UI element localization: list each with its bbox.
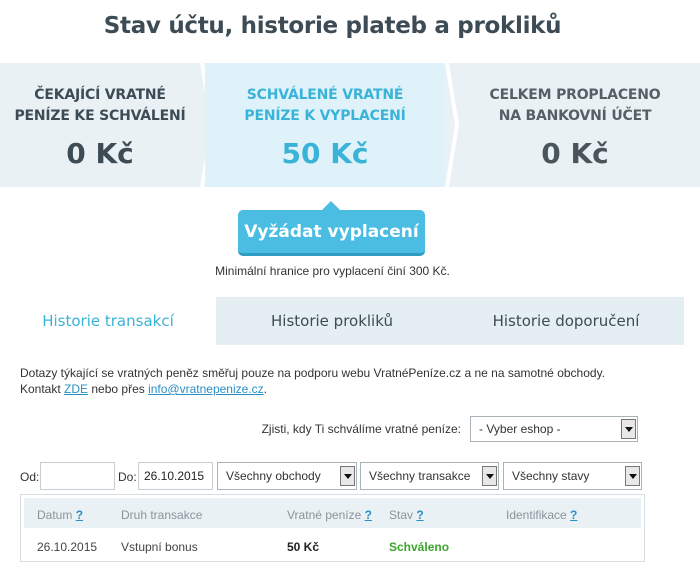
page-title: Stav účtu, historie plateb a prokliků [103, 13, 562, 39]
stat-paid-label: CELKEM PROPLACENO NA BANKOVNÍ ÚČET [450, 85, 700, 127]
stat-approved-label-line2: PENÍZE K VYPLACENÍ [244, 108, 406, 124]
stat-approved-label: SCHVÁLENÉ VRATNÉ PENÍZE K VYPLACENÍ [205, 85, 445, 127]
col-amount-label: Vratné peníze [287, 508, 362, 522]
stat-pending-label: ČEKAJÍCÍ VRATNÉ PENÍZE KE SCHVÁLENÍ [0, 85, 200, 127]
stat-pending: ČEKAJÍCÍ VRATNÉ PENÍZE KE SCHVÁLENÍ 0 Kč [0, 63, 200, 187]
contact-suffix: . [263, 382, 267, 396]
col-type-header: Druh transakce [121, 508, 203, 522]
stat-approved: SCHVÁLENÉ VRATNÉ PENÍZE K VYPLACENÍ 50 K… [205, 63, 445, 187]
col-date-header: Datum ? [37, 508, 83, 522]
support-notice: Dotazy týkající se vratných peněz směřuj… [20, 365, 660, 397]
stat-paid-label-line2: NA BANKOVNÍ ÚČET [498, 108, 652, 124]
request-payout-label: Vyžádat vyplacení [244, 222, 419, 242]
support-notice-line1: Dotazy týkající se vratných peněz směřuj… [20, 366, 606, 380]
stat-approved-value: 50 Kč [281, 137, 369, 170]
date-to-input[interactable]: 26.10.2015 [138, 462, 213, 490]
row-amount: 50 Kč [287, 540, 320, 554]
transactions-table: Datum ? Druh transakce Vratné peníze ? S… [20, 494, 645, 562]
tab-referrals[interactable]: Historie doporučení [448, 297, 684, 345]
stat-pending-label-line2: PENÍZE KE SCHVÁLENÍ [14, 108, 186, 124]
stat-paid: CELKEM PROPLACENO NA BANKOVNÍ ÚČET 0 Kč [450, 63, 700, 187]
date-from-input[interactable] [40, 462, 115, 490]
col-state-header: Stav ? [389, 508, 424, 522]
shops-select-value: Všechny obchody [226, 469, 321, 483]
select-arrow-icon [482, 466, 497, 486]
eshop-filter-label: Zjisti, kdy Ti schválíme vratné peníze: [261, 422, 461, 436]
eshop-filter-row: Zjisti, kdy Ti schválíme vratné peníze: … [0, 416, 640, 442]
eshop-select[interactable]: - Vyber eshop - [470, 416, 638, 442]
transactions-select[interactable]: Všechny transakce [360, 462, 499, 490]
col-amount-help[interactable]: ? [365, 508, 372, 522]
payout-minimum-note: Minimální hranice pro vyplacení činí 300… [215, 264, 450, 278]
date-to-label: Do: [118, 470, 137, 484]
col-state-label: Stav [389, 508, 414, 522]
col-state-help[interactable]: ? [416, 508, 423, 522]
col-amount-header: Vratné peníze ? [287, 508, 372, 522]
button-pointer [321, 201, 341, 211]
stat-pending-label-line1: ČEKAJÍCÍ VRATNÉ [34, 87, 166, 103]
account-stats: ČEKAJÍCÍ VRATNÉ PENÍZE KE SCHVÁLENÍ 0 Kč… [0, 63, 700, 187]
request-payout-button[interactable]: Vyžádat vyplacení [238, 201, 425, 256]
row-type: Vstupní bonus [121, 540, 198, 554]
row-date: 26.10.2015 [37, 540, 98, 554]
col-date-help[interactable]: ? [76, 508, 83, 522]
states-select-value: Všechny stavy [512, 469, 590, 483]
col-ident-label: Identifikace [506, 508, 567, 522]
stat-paid-label-line1: CELKEM PROPLACENO [489, 87, 661, 103]
col-ident-header: Identifikace ? [506, 508, 577, 522]
contact-prefix: Kontakt [20, 382, 65, 396]
select-arrow-icon [625, 466, 640, 486]
contact-email-link[interactable]: info@vratnepenize.cz [148, 382, 264, 396]
date-from-label: Od: [20, 470, 40, 484]
col-date-label: Datum [37, 508, 73, 522]
select-arrow-icon [621, 419, 636, 439]
stat-approved-label-line1: SCHVÁLENÉ VRATNÉ [246, 87, 404, 103]
col-ident-help[interactable]: ? [570, 508, 577, 522]
stat-paid-value: 0 Kč [541, 137, 609, 170]
eshop-select-value: - Vyber eshop - [479, 422, 561, 436]
stat-pending-value: 0 Kč [66, 137, 134, 170]
history-tabs: Historie transakcí Historie prokliků His… [0, 297, 684, 345]
select-arrow-icon [340, 466, 355, 486]
states-select[interactable]: Všechny stavy [503, 462, 642, 490]
support-notice-line2: Kontakt ZDE nebo přes info@vratnepenize.… [20, 381, 660, 397]
shops-select[interactable]: Všechny obchody [217, 462, 357, 490]
transactions-select-value: Všechny transakce [369, 469, 471, 483]
contact-zde-link[interactable]: ZDE [64, 382, 88, 396]
tab-transactions[interactable]: Historie transakcí [0, 297, 216, 345]
contact-middle: nebo přes [88, 382, 149, 396]
status-badge: Schváleno [389, 540, 450, 554]
tab-clicks[interactable]: Historie prokliků [216, 297, 448, 345]
